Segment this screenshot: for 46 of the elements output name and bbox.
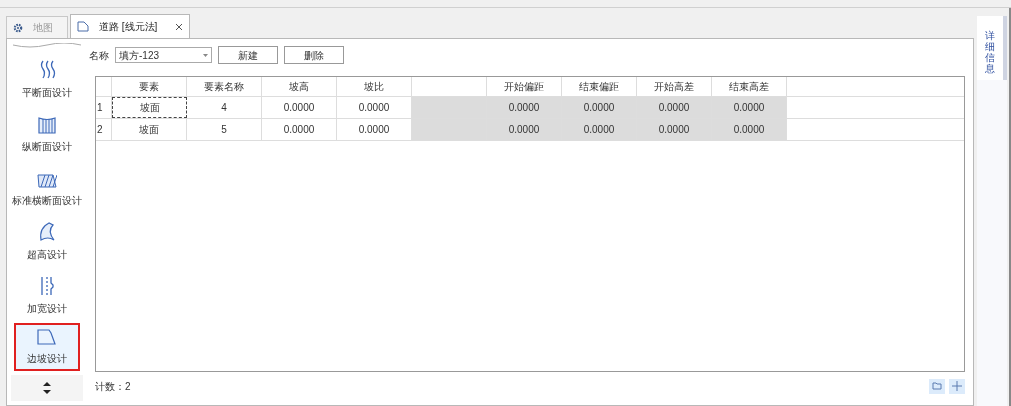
toolbar-button[interactable]: 新建 <box>218 46 278 64</box>
add-button[interactable] <box>949 378 965 394</box>
table-cell: 坡面 <box>112 97 187 118</box>
table-cell: 0.0000 <box>712 97 787 118</box>
column-header[interactable]: 坡高 <box>262 77 337 96</box>
table-cell: 0.0000 <box>487 97 562 118</box>
curve-icon <box>38 222 56 242</box>
dropdown-caret-icon <box>203 53 208 57</box>
table-cell: 0.0000 <box>712 119 787 140</box>
column-header[interactable]: 结束高差 <box>712 77 787 96</box>
side-panel-tab[interactable]: 详细信息 <box>977 16 1007 80</box>
sidebar-item[interactable]: 平断面设计 <box>9 55 85 103</box>
slope-icon <box>37 328 57 346</box>
open-folder-button[interactable] <box>929 378 945 394</box>
page-icon <box>77 21 89 32</box>
folder-icon <box>932 382 942 390</box>
table-cell: 0.0000 <box>562 97 637 118</box>
toolbar-button[interactable]: 删除 <box>284 46 344 64</box>
close-icon[interactable] <box>175 22 184 31</box>
name-dropdown[interactable]: 填方-123 <box>115 47 212 63</box>
sidebar-item[interactable]: 超高设计 <box>9 217 85 265</box>
column-header[interactable]: 要素名称 <box>187 77 262 96</box>
sidebar-item[interactable]: 加宽设计 <box>9 271 85 319</box>
settings-icon <box>13 22 23 33</box>
widening-icon <box>39 276 55 296</box>
scroll-arrows-icon[interactable] <box>42 381 52 395</box>
table-cell: 0.0000 <box>637 97 712 118</box>
table-cell: 0.0000 <box>562 119 637 140</box>
plus-icon <box>952 381 962 391</box>
name-label: 名称 <box>89 48 109 63</box>
column-header[interactable]: 开始高差 <box>637 77 712 96</box>
table-cell: 0.0000 <box>637 119 712 140</box>
table-cell: 0.0000 <box>487 119 562 140</box>
sidebar-item[interactable]: 纵断面设计 <box>9 109 85 157</box>
column-header[interactable]: 结束偏距 <box>562 77 637 96</box>
hatched-parallelogram-icon <box>37 174 57 188</box>
sidebar-item[interactable]: 边坡设计 <box>14 323 80 371</box>
column-header[interactable]: 开始偏距 <box>487 77 562 96</box>
sidebar-item[interactable]: 标准横断面设计 <box>9 163 85 211</box>
column-header[interactable]: 坡比 <box>337 77 412 96</box>
record-count: 计数：2 <box>95 379 131 394</box>
collapse-edge-icon[interactable] <box>12 43 82 49</box>
column-header[interactable]: 要素 <box>112 77 187 96</box>
tab[interactable]: 道路 [线元法] <box>70 14 191 38</box>
columns-icon <box>38 116 56 134</box>
waves-icon <box>38 60 56 80</box>
